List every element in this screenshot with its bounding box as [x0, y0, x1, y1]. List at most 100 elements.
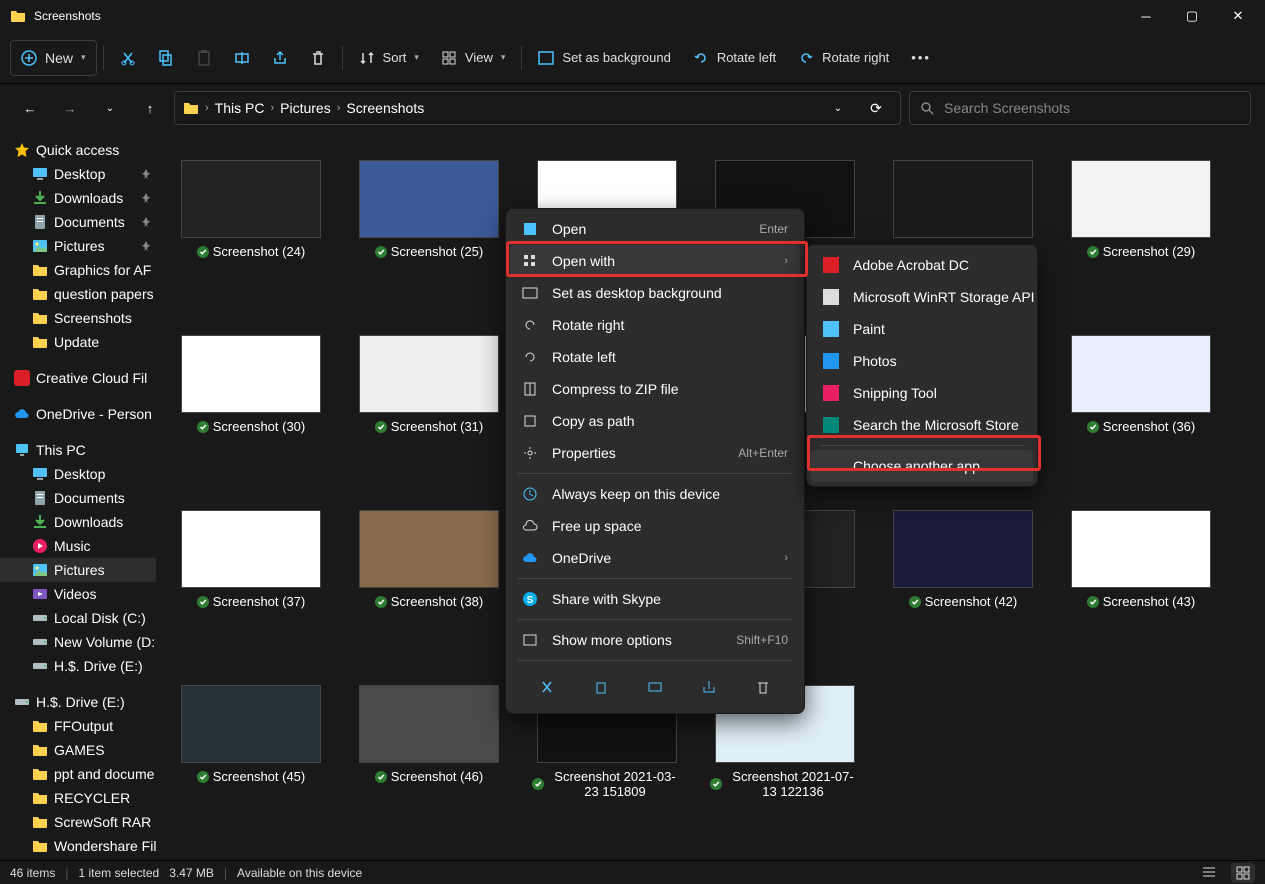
file-item[interactable]: Screenshot (25): [340, 150, 518, 325]
rotate-left-button[interactable]: Rotate left: [683, 40, 786, 76]
ctx-properties[interactable]: PropertiesAlt+Enter: [510, 437, 800, 469]
sidebar-item-documents[interactable]: Documents: [0, 486, 156, 510]
ctx-rotate-right[interactable]: Rotate right: [510, 309, 800, 341]
view-button[interactable]: View▾: [431, 40, 515, 76]
ctx-onedrive[interactable]: OneDrive›: [510, 542, 800, 574]
file-item[interactable]: Screenshot (38): [340, 500, 518, 675]
sidebar-item-music[interactable]: Music: [0, 534, 156, 558]
sidebar-item-onedrive-person[interactable]: OneDrive - Person: [0, 402, 156, 426]
ctx-copy-path[interactable]: Copy as path: [510, 405, 800, 437]
close-button[interactable]: ✕: [1215, 0, 1261, 32]
forward-button[interactable]: →: [54, 92, 86, 124]
sidebar-item-update[interactable]: Update: [0, 330, 156, 354]
sidebar-item-documents[interactable]: Documents: [0, 210, 156, 234]
sidebar-item-ppt-and-docume[interactable]: ppt and docume: [0, 762, 156, 786]
sidebar-item-h-drive-e-[interactable]: H.$. Drive (E:): [0, 690, 156, 714]
address-bar[interactable]: › This PC › Pictures › Screenshots ⌄ ⟳: [174, 91, 901, 125]
thumbnail-view-button[interactable]: [1231, 863, 1255, 883]
file-item[interactable]: Screenshot (37): [162, 500, 340, 675]
ctx-delete-button[interactable]: [747, 671, 779, 703]
sidebar-item-local-disk-c-[interactable]: Local Disk (C:): [0, 606, 156, 630]
sidebar-item-graphics-for-af[interactable]: Graphics for AF: [0, 258, 156, 282]
ctx-rename-button[interactable]: [639, 671, 671, 703]
sort-button[interactable]: Sort▾: [349, 40, 429, 76]
folder-icon: [10, 8, 26, 24]
sidebar-item-screwsoft-rar-f[interactable]: ScrewSoft RAR F: [0, 810, 156, 834]
ctx-share-button[interactable]: [693, 671, 725, 703]
file-item[interactable]: Screenshot (31): [340, 325, 518, 500]
openwith-store[interactable]: Search the Microsoft Store: [811, 409, 1033, 441]
sidebar-item-new-volume-d-[interactable]: New Volume (D:: [0, 630, 156, 654]
openwith-paint[interactable]: Paint: [811, 313, 1033, 345]
sidebar-item-this-pc[interactable]: This PC: [0, 438, 156, 462]
refresh-button[interactable]: ⟳: [860, 92, 892, 124]
sidebar-item-question-papers[interactable]: question papers: [0, 282, 156, 306]
openwith-choose-another[interactable]: Choose another app: [811, 450, 1033, 482]
rotate-right-icon: [522, 317, 538, 333]
openwith-winrt[interactable]: Microsoft WinRT Storage API: [811, 281, 1033, 313]
maximize-button[interactable]: ▢: [1169, 0, 1215, 32]
sidebar-item-pictures[interactable]: Pictures: [0, 234, 156, 258]
sidebar-item-downloads[interactable]: Downloads: [0, 510, 156, 534]
breadcrumb-pictures[interactable]: Pictures: [280, 100, 331, 116]
file-item[interactable]: Screenshot (36): [1052, 325, 1230, 500]
ctx-rotate-left[interactable]: Rotate left: [510, 341, 800, 373]
sidebar-item-games[interactable]: GAMES: [0, 738, 156, 762]
file-item[interactable]: Screenshot (29): [1052, 150, 1230, 325]
sidebar-item-wondershare-fil[interactable]: Wondershare Fil: [0, 834, 156, 858]
ctx-show-more[interactable]: Show more optionsShift+F10: [510, 624, 800, 656]
ctx-copy-button[interactable]: [585, 671, 617, 703]
more-button[interactable]: •••: [901, 40, 941, 76]
ctx-cut-button[interactable]: [531, 671, 563, 703]
file-item[interactable]: Screenshot (24): [162, 150, 340, 325]
desktop-icon: [32, 166, 48, 182]
search-box[interactable]: Search Screenshots: [909, 91, 1251, 125]
adobe-icon: [823, 257, 839, 273]
openwith-snipping[interactable]: Snipping Tool: [811, 377, 1033, 409]
sidebar-item-creative-cloud-fil[interactable]: Creative Cloud Fil: [0, 366, 156, 390]
sidebar-item-ffoutput[interactable]: FFOutput: [0, 714, 156, 738]
sort-icon: [359, 50, 375, 66]
rotate-right-button[interactable]: Rotate right: [788, 40, 899, 76]
ctx-keep-on-device[interactable]: Always keep on this device: [510, 478, 800, 510]
back-button[interactable]: ←: [14, 92, 46, 124]
file-item[interactable]: Screenshot (46): [340, 675, 518, 850]
sidebar-item-recycler[interactable]: RECYCLER: [0, 786, 156, 810]
openwith-photos[interactable]: Photos: [811, 345, 1033, 377]
ctx-free-space[interactable]: Free up space: [510, 510, 800, 542]
sidebar-item-downloads[interactable]: Downloads: [0, 186, 156, 210]
ctx-open[interactable]: OpenEnter: [510, 213, 800, 245]
sidebar-item-videos[interactable]: Videos: [0, 582, 156, 606]
address-drop-button[interactable]: ⌄: [822, 92, 854, 124]
new-button[interactable]: New ▾: [10, 40, 97, 76]
cut-button[interactable]: [110, 40, 146, 76]
ctx-compress-zip[interactable]: Compress to ZIP file: [510, 373, 800, 405]
ctx-open-with[interactable]: Open with›: [510, 245, 800, 277]
sidebar-item-desktop[interactable]: Desktop: [0, 462, 156, 486]
file-item[interactable]: Screenshot (43): [1052, 500, 1230, 675]
file-item[interactable]: Screenshot (42): [874, 500, 1052, 675]
openwith-adobe[interactable]: Adobe Acrobat DC: [811, 249, 1033, 281]
sidebar-item-desktop[interactable]: Desktop: [0, 162, 156, 186]
details-view-button[interactable]: [1197, 863, 1221, 883]
sidebar-item-quick-access[interactable]: Quick access: [0, 138, 156, 162]
sidebar-item-screenshots[interactable]: Screenshots: [0, 306, 156, 330]
rename-button[interactable]: [224, 40, 260, 76]
set-background-button[interactable]: Set as background: [528, 40, 680, 76]
recent-button[interactable]: ⌄: [94, 92, 126, 124]
ctx-set-desktop-bg[interactable]: Set as desktop background: [510, 277, 800, 309]
sidebar-item-h-drive-e-[interactable]: H.$. Drive (E:): [0, 654, 156, 678]
file-item[interactable]: Screenshot (30): [162, 325, 340, 500]
up-button[interactable]: ↑: [134, 92, 166, 124]
delete-button[interactable]: [300, 40, 336, 76]
sidebar-item-pictures[interactable]: Pictures: [0, 558, 156, 582]
breadcrumb-this-pc[interactable]: This PC: [215, 100, 265, 116]
breadcrumb-screenshots[interactable]: Screenshots: [346, 100, 424, 116]
properties-icon: [522, 445, 538, 461]
minimize-button[interactable]: ─: [1123, 0, 1169, 32]
paste-button[interactable]: [186, 40, 222, 76]
ctx-share-skype[interactable]: SShare with Skype: [510, 583, 800, 615]
share-button[interactable]: [262, 40, 298, 76]
file-item[interactable]: Screenshot (45): [162, 675, 340, 850]
copy-button[interactable]: [148, 40, 184, 76]
